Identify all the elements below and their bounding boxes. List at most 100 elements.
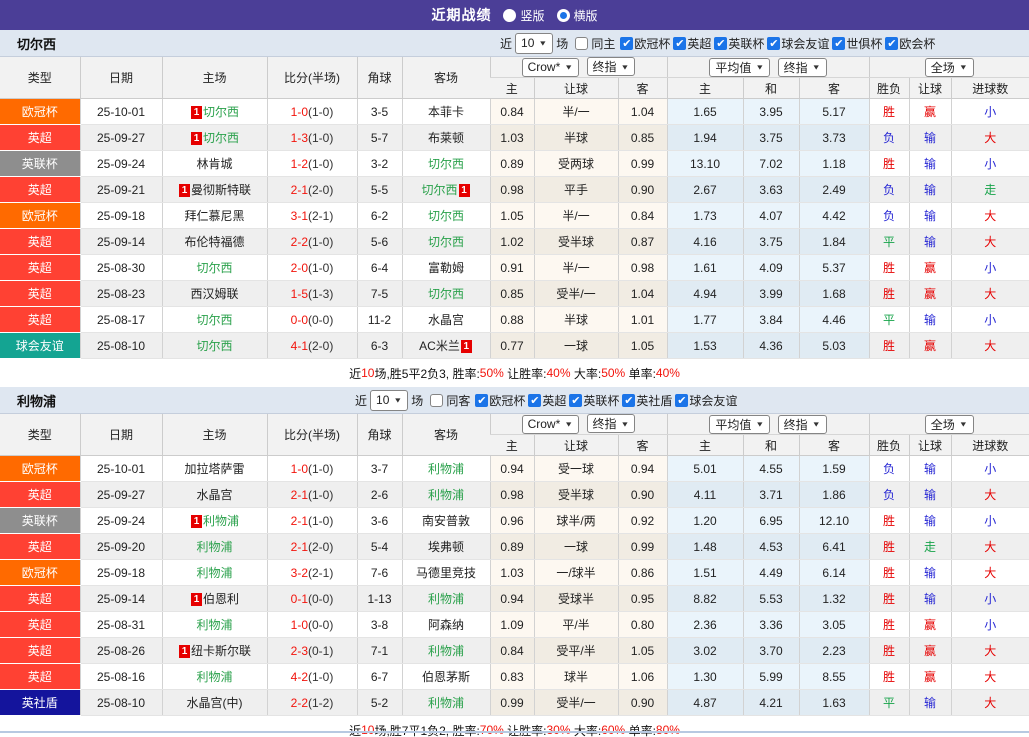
- fulltime-score: 1-0: [290, 617, 308, 632]
- team-label: 利物浦: [427, 644, 464, 658]
- title-bar: 近期战绩 竖版 横版: [0, 0, 1029, 30]
- match-count-select[interactable]: 10 ▼: [515, 32, 554, 54]
- avg-away: 5.03: [798, 332, 870, 359]
- result-handicap: 赢: [908, 254, 952, 281]
- result-handicap: 输: [908, 306, 952, 333]
- score-cell: 1-0(1-0): [266, 455, 357, 482]
- match-row: 英超 25-08-31 利物浦 1-0(0-0) 3-8 阿森纳 1.09 平/半 0.80 2.…: [0, 611, 1029, 638]
- odds-handicap: 受半球: [533, 228, 618, 255]
- layout-radio[interactable]: 横版: [556, 7, 598, 24]
- match-type-badge: 欧冠杯: [0, 559, 80, 586]
- average-time-select[interactable]: 终指 ▼: [777, 414, 827, 434]
- match-row: 英超 25-08-17 切尔西 0-0(0-0) 11-2 水晶宫 0.88 半球 1.01 1.…: [0, 306, 1029, 333]
- odds-source-select[interactable]: Crow* ▼: [521, 57, 580, 77]
- league-checkbox[interactable]: ✔ 欧会杯: [885, 35, 935, 52]
- odds-group-header: Crow* ▼ 终指 ▼: [489, 414, 667, 435]
- team-label: 伯恩利: [202, 592, 239, 606]
- team-label: 利物浦: [196, 618, 233, 632]
- average-group-header: 平均值 ▼ 终指 ▼: [666, 414, 870, 435]
- home-team-cell: 利物浦: [161, 663, 267, 690]
- avg-away: 3.05: [798, 611, 870, 638]
- result-goals: 小: [950, 306, 1029, 333]
- team-name: 切尔西: [17, 36, 57, 52]
- league-checkbox[interactable]: ✔ 球会友谊: [767, 35, 829, 52]
- fulltime-score: 2-1: [290, 513, 308, 528]
- chevron-down-icon: ▼: [564, 63, 574, 72]
- match-date: 25-09-14: [79, 228, 162, 255]
- odds-time-select[interactable]: 终指 ▼: [586, 57, 636, 77]
- team-label: 切尔西: [202, 105, 239, 119]
- league-checkbox[interactable]: ✔ 欧冠杯: [475, 392, 525, 409]
- match-type-badge: 英联杯: [0, 150, 80, 177]
- avg-draw: 3.99: [742, 280, 799, 307]
- score-cell: 4-1(2-0): [266, 332, 357, 359]
- league-checkbox[interactable]: ✔ 欧冠杯: [620, 35, 670, 52]
- near-label: 近: [355, 393, 368, 408]
- col-result-goals: 进球数: [950, 434, 1029, 456]
- same-venue-checkbox[interactable]: 同主: [575, 35, 615, 52]
- period-select[interactable]: 全场 ▼: [924, 57, 974, 77]
- team-label: 布伦特福德: [184, 235, 245, 249]
- league-checkbox[interactable]: ✔ 英超: [673, 35, 711, 52]
- summary-stat-value: 40%: [655, 366, 680, 380]
- layout-radio[interactable]: 竖版: [503, 7, 545, 24]
- chevron-down-icon: ▼: [811, 63, 821, 71]
- average-select[interactable]: 平均值 ▼: [709, 414, 771, 434]
- halftime-score: (0-0): [308, 617, 334, 632]
- league-checkbox[interactable]: ✔ 英联杯: [569, 392, 619, 409]
- summary-text: 大率:: [570, 366, 602, 381]
- league-label: 球会友谊: [689, 393, 738, 408]
- corners-cell: 6-7: [356, 663, 402, 690]
- avg-away: 1.32: [798, 585, 870, 612]
- odds-source-select[interactable]: Crow* ▼: [521, 414, 580, 434]
- average-select[interactable]: 平均值 ▼: [709, 57, 771, 77]
- match-date: 25-08-10: [79, 332, 162, 359]
- odds-home: 0.96: [489, 507, 534, 534]
- home-team-cell: 水晶宫: [161, 481, 267, 508]
- odds-away: 0.86: [617, 559, 667, 586]
- result-handicap: 输: [908, 585, 952, 612]
- match-row: 英超 25-08-26 1 纽卡斯尔联 2-3(0-1) 7-1 利物浦 0.84 受平/半 1.…: [0, 637, 1029, 664]
- col-avg-away: 客: [798, 77, 870, 99]
- league-checkbox[interactable]: ✔ 英联杯: [714, 35, 764, 52]
- league-checkbox[interactable]: ✔ 世俱杯: [832, 35, 882, 52]
- match-count-select[interactable]: 10 ▼: [370, 389, 409, 411]
- avg-home: 5.01: [666, 455, 743, 482]
- corners-cell: 7-6: [356, 559, 402, 586]
- match-date: 25-09-20: [79, 533, 162, 560]
- fulltime-score: 1-3: [290, 130, 308, 145]
- fulltime-score: 2-0: [290, 260, 308, 275]
- checkbox-checked-icon: ✔: [714, 36, 728, 50]
- odds-home: 0.98: [489, 176, 534, 203]
- odds-home: 0.77: [489, 332, 534, 359]
- result-goals: 大: [950, 280, 1029, 307]
- page-title: 近期战绩: [431, 7, 492, 23]
- team-label: 阿森纳: [427, 618, 464, 632]
- same-venue-checkbox[interactable]: 同客: [430, 392, 470, 409]
- team-label: 切尔西: [196, 313, 233, 327]
- avg-away: 6.14: [798, 559, 870, 586]
- halftime-score: (2-0): [308, 539, 334, 554]
- odds-time-select[interactable]: 终指 ▼: [586, 414, 636, 434]
- average-time-select[interactable]: 终指 ▼: [777, 57, 827, 77]
- filter-bar: 近 10 ▼ 场 同客 ✔ 欧冠杯 ✔ 英超 ✔ 英联杯 ✔ 英社盾 ✔ 球会友谊: [355, 387, 737, 413]
- league-checkbox[interactable]: ✔ 球会友谊: [675, 392, 737, 409]
- result-outcome: 负: [868, 176, 910, 203]
- league-checkbox[interactable]: ✔ 英社盾: [622, 392, 672, 409]
- result-handicap: 输: [908, 228, 952, 255]
- match-type-badge: 英超: [0, 254, 80, 281]
- summary-stat-value: 10: [361, 723, 375, 737]
- odds-home: 0.88: [489, 306, 534, 333]
- away-team-cell: 利物浦: [401, 689, 490, 716]
- odds-handicap: 半球: [533, 306, 618, 333]
- period-select[interactable]: 全场 ▼: [924, 414, 974, 434]
- odds-away: 1.05: [617, 637, 667, 664]
- result-goals: 大: [950, 689, 1029, 716]
- summary-stat-value: 40%: [546, 366, 571, 380]
- match-date: 25-08-23: [79, 280, 162, 307]
- league-checkbox[interactable]: ✔ 英超: [528, 392, 566, 409]
- score-cell: 2-1(1-0): [266, 481, 357, 508]
- away-team-cell: 利物浦: [401, 637, 490, 664]
- fulltime-score: 2-1: [290, 539, 308, 554]
- avg-home: 1.48: [666, 533, 743, 560]
